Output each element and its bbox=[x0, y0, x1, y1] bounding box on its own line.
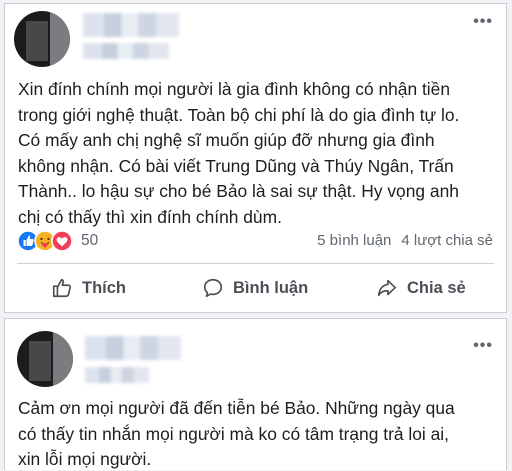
comment-bubble-icon bbox=[203, 278, 223, 298]
avatar[interactable] bbox=[17, 331, 73, 387]
reaction-icons bbox=[17, 230, 73, 252]
author-name-redacted[interactable] bbox=[83, 13, 179, 37]
love-reaction-icon bbox=[51, 230, 73, 252]
post-card: ••• Cảm ơn mọi người đã đến tiễn bé Bảo.… bbox=[4, 318, 507, 470]
like-button[interactable]: Thích bbox=[51, 277, 126, 299]
reaction-count: 50 bbox=[81, 232, 99, 249]
share-label: Chia sẻ bbox=[407, 278, 466, 297]
more-options-button[interactable]: ••• bbox=[473, 337, 493, 355]
post-meta-redacted bbox=[83, 43, 169, 59]
post-body-text: Cảm ơn mọi người đã đến tiễn bé Bảo. Nhữ… bbox=[18, 398, 455, 469]
post-meta-redacted bbox=[85, 367, 149, 383]
comment-label: Bình luận bbox=[233, 278, 309, 297]
more-options-button[interactable]: ••• bbox=[473, 13, 493, 31]
engagement-stats: 5 bình luận 4 lượt chia sẻ bbox=[317, 232, 493, 249]
author-name-redacted[interactable] bbox=[85, 336, 181, 360]
avatar[interactable] bbox=[14, 11, 70, 67]
reactions-summary[interactable]: 50 bbox=[17, 230, 98, 252]
post-body-text: Xin đính chính mọi người là gia đình khô… bbox=[18, 79, 460, 227]
divider bbox=[17, 263, 494, 264]
share-count-link[interactable]: 4 lượt chia sẻ bbox=[401, 232, 493, 249]
comment-count-link[interactable]: 5 bình luận bbox=[317, 232, 391, 249]
like-label: Thích bbox=[82, 278, 126, 297]
share-arrow-icon bbox=[377, 279, 397, 297]
post-card: ••• Xin đính chính mọi người là gia đình… bbox=[4, 3, 507, 313]
share-button[interactable]: Chia sẻ bbox=[376, 277, 466, 299]
thumbs-up-icon bbox=[52, 278, 72, 298]
comment-button[interactable]: Bình luận bbox=[202, 277, 308, 299]
